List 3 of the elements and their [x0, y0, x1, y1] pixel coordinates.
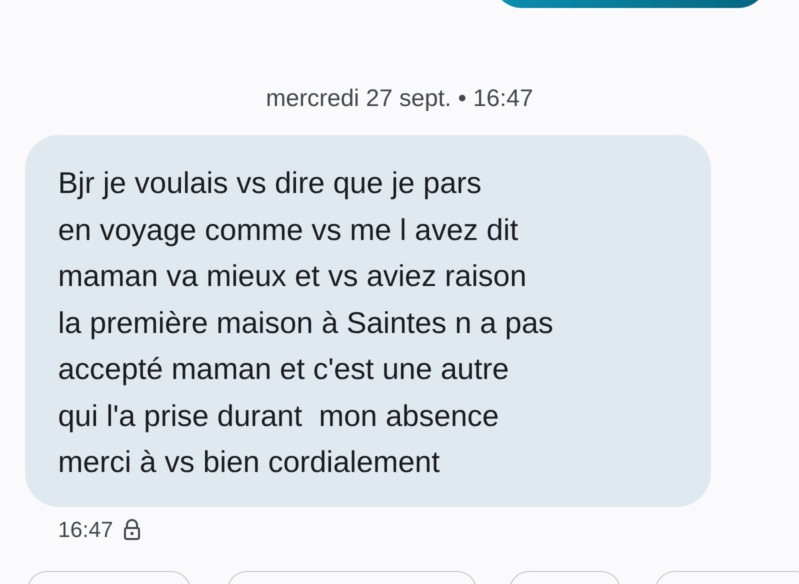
- message-text: Bjr je voulais vs dire que je pars en voyage comme vs me l avez dit maman va mieux et vs aviez raison la première maison à Saintes n a pas accepté maman et c'est une autre qui l'a prise durant mon absence merci à vs bien cordialement: [58, 166, 554, 481]
- message-time: 16:47: [58, 516, 114, 542]
- date-divider: mercredi 27 sept. • 16:47: [266, 85, 534, 113]
